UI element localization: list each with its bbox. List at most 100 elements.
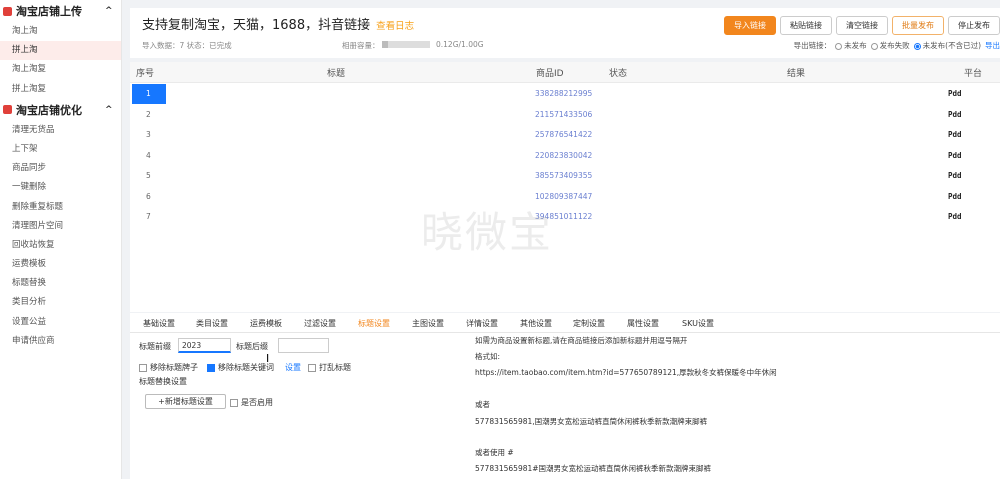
row-product-id[interactable]: 385573409355: [535, 171, 592, 180]
sidebar-item-clear-no-stock[interactable]: 清理无货品: [0, 121, 121, 140]
tab-sku[interactable]: SKU设置: [682, 318, 714, 329]
table-row[interactable]: 2 211571433506 Pdd: [130, 105, 1000, 126]
export-option-failed[interactable]: 发布失败: [870, 40, 910, 51]
export-label: 导出链接：: [793, 41, 832, 50]
sidebar-item-taoshangtao-copy[interactable]: 淘上淘复: [0, 60, 121, 79]
sidebar-item-category-analysis[interactable]: 类目分析: [0, 293, 121, 312]
export-option-label: 未发布(不含已过): [922, 41, 981, 50]
table-row[interactable]: 5 385573409355 Pdd: [130, 166, 1000, 187]
page-title-text: 支持复制淘宝，天猫，1688，抖音链接: [142, 18, 371, 33]
title-prefix-input[interactable]: 2023: [178, 338, 231, 353]
table-row[interactable]: 7 394851011122 Pdd: [130, 207, 1000, 228]
tab-filter[interactable]: 过滤设置: [304, 318, 336, 329]
column-platform[interactable]: 平台: [964, 66, 982, 79]
keyword-settings-link[interactable]: 设置: [285, 362, 301, 373]
clear-links-button[interactable]: 清空链接: [836, 16, 888, 35]
table-row[interactable]: 3 257876541422 Pdd: [130, 125, 1000, 146]
store-icon: [3, 6, 12, 16]
add-title-setting-button[interactable]: +新增标题设置: [145, 394, 226, 409]
title-suffix-input[interactable]: [278, 338, 329, 353]
export-option-unpublished-excl[interactable]: 未发布(不含已过): [913, 40, 981, 51]
chevron-up-icon[interactable]: ^: [105, 6, 121, 16]
instruction-line: 如需为商品设置新标题,请在商品链接后添加新标题并用逗号隔开: [475, 336, 688, 345]
action-buttons: 导入链接 粘贴链接 清空链接 批量发布 停止发布: [724, 16, 1000, 35]
tab-shipping[interactable]: 运费模板: [250, 318, 282, 329]
sidebar-item-delete-all[interactable]: 一键删除: [0, 178, 121, 197]
row-index: 3: [146, 130, 151, 139]
column-title[interactable]: 标题: [327, 66, 345, 79]
table-row[interactable]: 4 220823830042 Pdd: [130, 146, 1000, 167]
sidebar-item-apply-supplier[interactable]: 申请供应商: [0, 332, 121, 351]
row-platform: Pdd: [948, 109, 962, 119]
checkbox-label: 是否启用: [241, 398, 273, 407]
sidebar-item-pinshangtao-copy[interactable]: 拼上淘复: [0, 80, 121, 99]
import-links-button[interactable]: 导入链接: [724, 16, 776, 35]
checkbox-icon: [139, 363, 147, 372]
export-option-label: 发布失败: [879, 41, 910, 50]
sidebar-item-listing[interactable]: 上下架: [0, 140, 121, 159]
sidebar-item-taoshangtao[interactable]: 淘上淘: [0, 22, 121, 41]
column-index[interactable]: 序号: [136, 66, 154, 79]
sidebar-item-sync[interactable]: 商品同步: [0, 159, 121, 178]
stop-publish-button[interactable]: 停止发布: [948, 16, 1000, 35]
radio-icon: [870, 42, 878, 50]
row-platform: Pdd: [948, 171, 962, 180]
table-row[interactable]: 6 102809387447 Pdd: [130, 187, 1000, 208]
row-platform: Pdd: [948, 150, 962, 160]
sidebar-item-charity[interactable]: 设置公益: [0, 313, 121, 332]
radio-icon: [835, 42, 843, 50]
remove-brand-checkbox[interactable]: 移除标题牌子: [139, 362, 198, 373]
tab-detail[interactable]: 详情设置: [466, 318, 498, 329]
row-index: 2: [146, 109, 151, 119]
row-platform: Pdd: [948, 130, 962, 139]
sidebar-item-title-replace[interactable]: 标题替换: [0, 274, 121, 293]
sidebar-item-recycle-bin[interactable]: 回收站恢复: [0, 236, 121, 255]
row-product-id[interactable]: 338288212995: [535, 89, 592, 98]
tab-custom[interactable]: 定制设置: [573, 318, 605, 329]
import-info: 导入数据：7 状态：已完成: [142, 41, 232, 50]
column-product-id[interactable]: 商品ID: [536, 66, 564, 79]
tab-basic[interactable]: 基础设置: [143, 318, 175, 329]
enable-checkbox[interactable]: 是否启用: [230, 397, 273, 408]
table-row[interactable]: 1 338288212995 Pdd: [130, 84, 1000, 105]
tab-other[interactable]: 其他设置: [520, 318, 552, 329]
sidebar-item-clear-image-space[interactable]: 清理图片空间: [0, 217, 121, 236]
shuffle-title-checkbox[interactable]: 打乱标题: [308, 362, 351, 373]
sidebar-item-pinshangtao[interactable]: 拼上淘: [0, 41, 121, 61]
column-result[interactable]: 结果: [787, 66, 805, 79]
sidebar-item-delete-dup-title[interactable]: 删除重复标题: [0, 198, 121, 217]
sidebar-item-shipping-template[interactable]: 运费模板: [0, 255, 121, 274]
checkbox-label: 打乱标题: [319, 363, 351, 372]
row-platform: Pdd: [948, 191, 962, 201]
title-replace-settings-label: 标题替换设置: [139, 377, 187, 386]
chevron-up-icon[interactable]: ^: [105, 105, 121, 115]
export-option-unpublished[interactable]: 未发布: [835, 40, 867, 51]
row-product-id[interactable]: 257876541422: [535, 130, 592, 139]
page-title: 支持复制淘宝，天猫，1688，抖音链接 查看日志: [142, 14, 414, 33]
checkbox-checked-icon: [207, 363, 215, 372]
sidebar-section-upload[interactable]: 淘宝店铺上传 ^: [0, 0, 121, 22]
remove-keywords-checkbox[interactable]: 移除标题关键词: [207, 362, 274, 373]
export-link[interactable]: 导出: [985, 40, 1000, 51]
view-log-link[interactable]: 查看日志: [376, 21, 414, 32]
instruction-line: https://item.taobao.com/item.htm?id=5776…: [475, 368, 777, 377]
sidebar-section-label: 淘宝店铺上传: [16, 5, 82, 18]
row-product-id[interactable]: 220823830042: [535, 151, 592, 160]
table-header: 序号 标题 商品ID 状态 结果 平台: [130, 62, 1000, 83]
column-status[interactable]: 状态: [609, 66, 627, 79]
sidebar-section-optimize[interactable]: 淘宝店铺优化 ^: [0, 99, 121, 121]
batch-publish-button[interactable]: 批量发布: [892, 16, 944, 35]
header-panel: 支持复制淘宝，天猫，1688，抖音链接 查看日志 导入数据：7 状态：已完成 相册…: [130, 8, 1000, 58]
capacity-value: 0.12G/1.00G: [436, 40, 484, 49]
text-cursor-icon: I: [266, 352, 270, 365]
instruction-line: 或者使用 #: [475, 448, 514, 457]
tab-attributes[interactable]: 属性设置: [627, 318, 659, 329]
tab-category[interactable]: 类目设置: [196, 318, 228, 329]
title-suffix-label: 标题后缀: [236, 342, 268, 351]
tab-main-image[interactable]: 主图设置: [412, 318, 444, 329]
tab-title[interactable]: 标题设置: [358, 318, 390, 329]
paste-links-button[interactable]: 粘贴链接: [780, 16, 832, 35]
row-product-id[interactable]: 211571433506: [535, 110, 592, 119]
app-window: 淘宝店铺上传 ^ 淘上淘 拼上淘 淘上淘复 拼上淘复 淘宝店铺优化 ^ 清理无货…: [0, 0, 1000, 479]
export-row: 导出链接： 未发布 发布失败 未发布(不含已过) 导出: [794, 40, 1000, 51]
